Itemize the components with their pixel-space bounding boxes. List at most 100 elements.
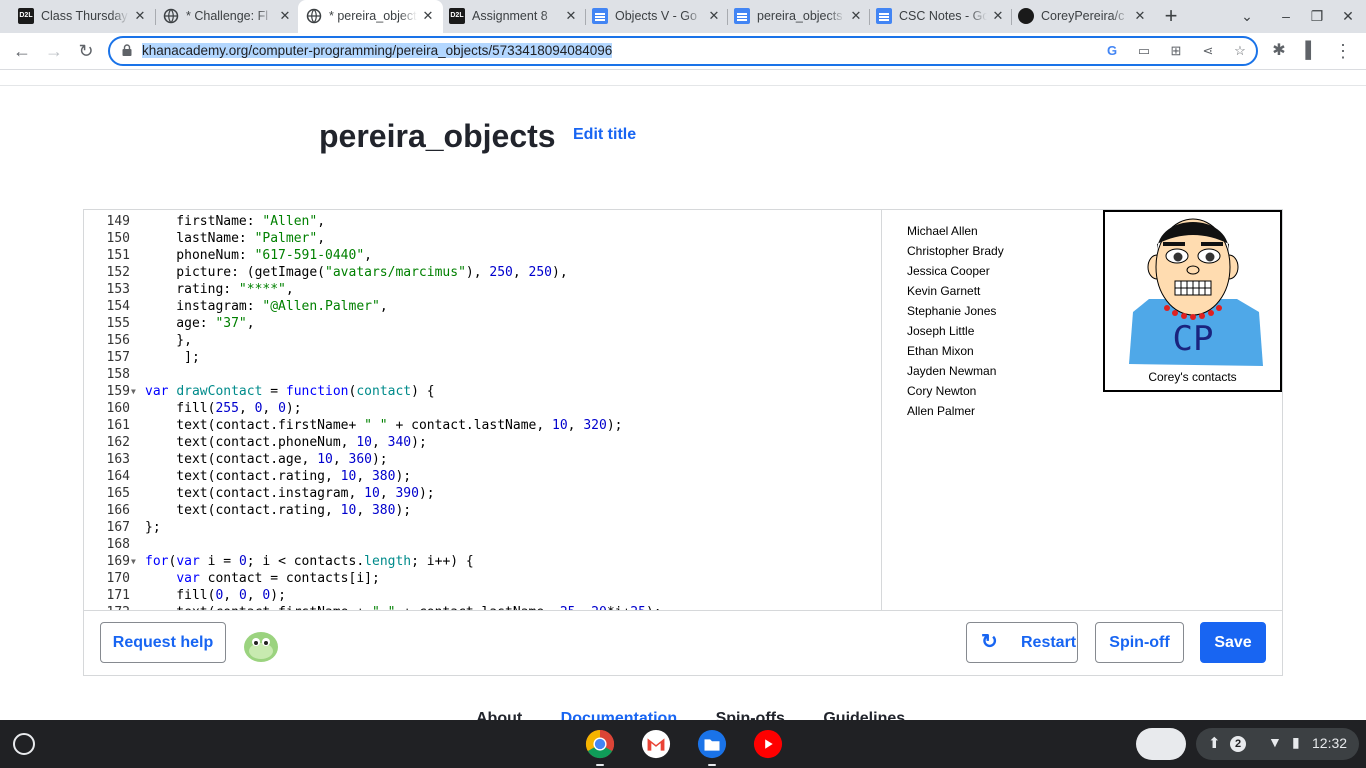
browser-tab[interactable]: Objects V - Go ✕ [584, 4, 729, 29]
code-line[interactable]: 161 text(contact.firstName+ " " + contac… [84, 417, 882, 434]
close-icon[interactable]: ✕ [419, 7, 437, 25]
browser-tab[interactable]: CoreyPereira/c ✕ [1010, 4, 1155, 29]
code-line[interactable]: 170 var contact = contacts[i]; [84, 570, 882, 587]
close-icon[interactable]: ✕ [705, 7, 723, 25]
shirt-initials: CP [1173, 319, 1214, 359]
cast-icon[interactable]: ▭ [1135, 42, 1153, 60]
fold-toggle-icon[interactable]: ▼ [131, 553, 141, 570]
contact-name: Ethan Mixon [907, 344, 974, 358]
code-line[interactable]: 163 text(contact.age, 10, 360); [84, 451, 882, 468]
browser-tab[interactable]: pereira_objects ✕ [726, 4, 871, 29]
tab-search-icon[interactable]: ⌄ [1236, 6, 1258, 26]
globe-icon [306, 8, 322, 24]
files-icon[interactable] [696, 729, 728, 759]
code-line[interactable]: 150 lastName: "Palmer", [84, 230, 882, 247]
contact-name: Jessica Cooper [907, 264, 990, 278]
wifi-icon: ▼ [1268, 734, 1282, 750]
close-icon[interactable]: ✕ [131, 7, 149, 25]
tab-documentation[interactable]: Documentation [561, 710, 677, 720]
code-line[interactable]: 151 phoneNum: "617-591-0440", [84, 247, 882, 264]
address-bar[interactable]: khanacademy.org/computer-programming/per… [108, 36, 1258, 66]
code-line[interactable]: 149 firstName: "Allen", [84, 213, 882, 230]
code-line[interactable]: 156 }, [84, 332, 882, 349]
line-number: 154 [106, 299, 130, 314]
tab-guidelines[interactable]: Guidelines [823, 710, 905, 720]
browser-tab[interactable]: D2L Class Thursday ✕ [10, 4, 155, 29]
status-tray[interactable]: ⬆ 2 ▼ ▮ 12:32 [1196, 728, 1359, 760]
forward-icon[interactable]: → [42, 39, 66, 63]
contact-name: Joseph Little [907, 324, 975, 338]
restart-button[interactable]: ↻ Restart [966, 622, 1078, 663]
tab-about[interactable]: About [476, 710, 522, 720]
menu-icon[interactable]: ⋮ [1331, 39, 1355, 63]
code-line[interactable]: 162 text(contact.phoneNum, 10, 340); [84, 434, 882, 451]
close-icon[interactable]: ✕ [847, 7, 865, 25]
fold-toggle-icon[interactable]: ▼ [131, 383, 141, 400]
code-line[interactable]: 166 text(contact.rating, 10, 380); [84, 502, 882, 519]
browser-tab[interactable]: D2L Assignment 8 ✕ [441, 4, 586, 29]
url-text[interactable]: khanacademy.org/computer-programming/per… [142, 43, 613, 58]
code-line[interactable]: 154 instagram: "@Allen.Palmer", [84, 298, 882, 315]
line-number: 170 [106, 571, 130, 586]
code-line[interactable]: 157 ]; [84, 349, 882, 366]
header-divider [0, 85, 1366, 86]
contact-name: Michael Allen [907, 224, 978, 238]
code-line[interactable]: 164 text(contact.rating, 10, 380); [84, 468, 882, 485]
code-text: text(contact.instagram, 10, 390); [145, 486, 435, 501]
back-icon[interactable]: ← [10, 39, 34, 63]
code-line[interactable]: 160 fill(255, 0, 0); [84, 400, 882, 417]
holding-space-icon[interactable] [1136, 728, 1186, 760]
code-text: var drawContact = function(contact) { [145, 384, 435, 399]
line-number: 156 [106, 333, 130, 348]
browser-tab[interactable]: * Challenge: Fl ✕ [155, 4, 300, 29]
line-number: 153 [106, 282, 130, 297]
close-icon[interactable]: ✕ [1131, 7, 1149, 25]
code-line[interactable]: 171 fill(0, 0, 0); [84, 587, 882, 604]
minimize-icon[interactable]: – [1275, 6, 1297, 26]
edit-title-link[interactable]: Edit title [573, 126, 636, 144]
code-line[interactable]: 168 [84, 536, 882, 553]
google-docs-icon [734, 8, 750, 24]
chrome-icon[interactable] [584, 729, 616, 759]
side-panel-icon[interactable]: ▌ [1299, 39, 1323, 63]
request-help-button[interactable]: Request help [100, 622, 226, 663]
code-text: }; [145, 520, 161, 535]
tab-spin-offs[interactable]: Spin-offs [716, 710, 785, 720]
browser-tab[interactable]: CSC Notes - Go ✕ [868, 4, 1013, 29]
output-canvas[interactable]: Michael Allen Christopher Brady Jessica … [882, 210, 1282, 610]
globe-icon [163, 8, 179, 24]
code-line[interactable]: 155 age: "37", [84, 315, 882, 332]
save-button[interactable]: Save [1200, 622, 1266, 663]
code-editor[interactable]: 149 firstName: "Allen", 150 lastName: "Pa… [84, 210, 882, 610]
code-line[interactable]: 169 ▼ for(var i = 0; i < contacts.length; … [84, 553, 882, 570]
code-text: text(contact.age, 10, 360); [145, 452, 388, 467]
reload-icon[interactable]: ↻ [74, 39, 98, 63]
launcher-icon[interactable] [13, 733, 35, 755]
youtube-icon[interactable] [752, 729, 784, 759]
running-indicator [708, 764, 716, 766]
tab-title: Objects V - Go [615, 9, 697, 23]
bookmark-star-icon[interactable]: ☆ [1231, 42, 1249, 60]
google-lens-icon[interactable]: G [1103, 42, 1121, 60]
close-window-icon[interactable]: ✕ [1337, 6, 1359, 26]
browser-tab-active[interactable]: * pereira_objects ✕ [298, 0, 443, 33]
new-tab-button[interactable]: + [1159, 5, 1183, 29]
install-app-icon[interactable]: ⊞ [1167, 42, 1185, 60]
close-icon[interactable]: ✕ [562, 7, 580, 25]
code-line[interactable]: 167}; [84, 519, 882, 536]
contact-name: Kevin Garnett [907, 284, 981, 298]
project-tabs: About Documentation Spin-offs Guidelines [476, 710, 939, 720]
restore-icon[interactable]: ❐ [1306, 6, 1328, 26]
gmail-icon[interactable] [640, 729, 672, 759]
code-line[interactable]: 153 rating: "****", [84, 281, 882, 298]
code-line[interactable]: 159 ▼ var drawContact = function(contact) … [84, 383, 882, 400]
tab-title: * Challenge: Fl [186, 9, 268, 23]
spinoff-button[interactable]: Spin-off [1095, 622, 1184, 663]
code-line[interactable]: 165 text(contact.instagram, 10, 390); [84, 485, 882, 502]
code-line[interactable]: 152 picture: (getImage("avatars/marcimus… [84, 264, 882, 281]
code-line[interactable]: 158 [84, 366, 882, 383]
close-icon[interactable]: ✕ [989, 7, 1007, 25]
close-icon[interactable]: ✕ [276, 7, 294, 25]
share-icon[interactable]: ⋖ [1199, 42, 1217, 60]
extensions-icon[interactable]: ✱ [1267, 39, 1291, 63]
